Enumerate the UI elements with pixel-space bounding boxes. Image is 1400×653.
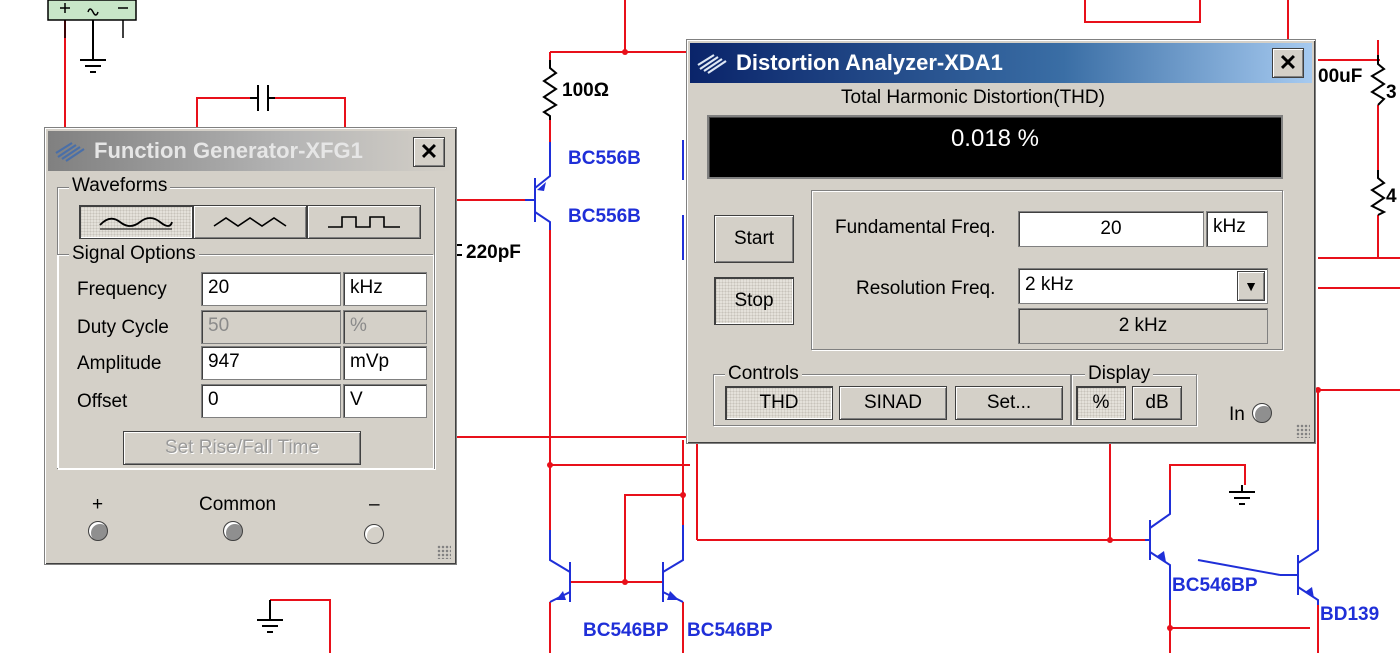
triangle-wave-button[interactable] <box>193 205 307 239</box>
resolution-freq-label: Resolution Freq. <box>856 278 996 299</box>
duty-cycle-input: 50 <box>201 310 341 344</box>
multisim-logo-icon <box>697 54 727 74</box>
distortion-analyzer-title: Distortion Analyzer-XDA1 <box>736 50 1003 75</box>
fundamental-freq-input[interactable]: 20 <box>1018 211 1204 247</box>
thd-display: 0.018 % <box>707 115 1283 179</box>
distortion-analyzer-titlebar[interactable]: Distortion Analyzer-XDA1 ✕ <box>690 43 1312 83</box>
offset-unit[interactable]: V <box>343 384 427 418</box>
capacitor-label-partial: 00uF <box>1318 66 1363 87</box>
square-wave-button[interactable] <box>307 205 421 239</box>
thd-heading: Total Harmonic Distortion(THD) <box>841 87 1105 108</box>
transistor-label-q1: BC556B <box>568 148 641 169</box>
frequency-unit[interactable]: kHz <box>343 272 427 306</box>
transistor-label-q4: BC546BP <box>687 620 773 641</box>
offset-input[interactable]: 0 <box>201 384 341 418</box>
resolution-freq-value: 2 kHz <box>1025 274 1074 295</box>
start-button[interactable]: Start <box>714 215 794 263</box>
transistor-label-q6: BD139 <box>1320 604 1380 625</box>
frequency-label: Frequency <box>77 279 167 300</box>
display-label: Display <box>1085 363 1154 385</box>
waveforms-label: Waveforms <box>69 175 171 197</box>
capacitor-label: 220pF <box>466 242 521 263</box>
db-button[interactable]: dB <box>1132 386 1182 420</box>
common-terminal-label: Common <box>199 494 277 515</box>
thd-value: 0.018 % <box>950 125 1040 152</box>
fundamental-freq-unit[interactable]: kHz <box>1206 211 1268 247</box>
resolution-freq-select[interactable]: 2 kHz ▼ <box>1018 268 1268 304</box>
set-rise-fall-time-button: Set Rise/Fall Time <box>123 431 361 465</box>
transistor-label-q5: BC546BP <box>1172 575 1258 596</box>
sine-wave-button[interactable] <box>79 205 193 239</box>
duty-cycle-unit: % <box>343 310 427 344</box>
percent-button[interactable]: % <box>1076 386 1126 420</box>
controls-label: Controls <box>725 363 802 385</box>
function-generator-titlebar[interactable]: Function Generator-XFG1 ✕ <box>48 131 453 171</box>
function-generator-title: Function Generator-XFG1 <box>94 138 363 163</box>
distortion-analyzer-window: Distortion Analyzer-XDA1 ✕ Total Harmoni… <box>686 39 1316 444</box>
sinad-button[interactable]: SINAD <box>839 386 947 420</box>
chevron-down-icon[interactable]: ▼ <box>1237 271 1265 301</box>
offset-label: Offset <box>77 391 128 412</box>
function-generator-window: Function Generator-XFG1 ✕ Waveforms Sign… <box>44 127 457 565</box>
resistor-label-partial-1: 3 <box>1386 82 1397 103</box>
transistor-label-q3: BC546BP <box>583 620 669 641</box>
duty-cycle-label: Duty Cycle <box>77 317 169 338</box>
input-terminal-label: In <box>1229 404 1245 425</box>
plus-terminal[interactable] <box>88 521 108 541</box>
plus-terminal-label: + <box>92 494 104 515</box>
thd-button[interactable]: THD <box>725 386 833 420</box>
resistor-label: 100Ω <box>562 80 609 101</box>
frequency-input[interactable]: 20 <box>201 272 341 306</box>
close-icon[interactable]: ✕ <box>1272 48 1304 78</box>
close-icon[interactable]: ✕ <box>413 137 445 167</box>
resize-grip-icon[interactable] <box>1296 424 1310 438</box>
amplitude-unit[interactable]: mVp <box>343 346 427 380</box>
minus-terminal-label: – <box>369 494 380 515</box>
resolution-freq-readout: 2 kHz <box>1018 308 1268 344</box>
fundamental-freq-label: Fundamental Freq. <box>835 217 996 238</box>
resistor-label-partial-2: 4 <box>1386 186 1397 207</box>
amplitude-input[interactable]: 947 <box>201 346 341 380</box>
minus-terminal[interactable] <box>364 524 384 544</box>
multisim-logo-icon <box>55 142 85 162</box>
input-terminal[interactable] <box>1252 403 1272 423</box>
triangle-wave-icon <box>213 217 287 227</box>
resize-grip-icon[interactable] <box>437 545 451 559</box>
stop-button[interactable]: Stop <box>714 277 794 325</box>
set-button[interactable]: Set... <box>955 386 1063 420</box>
amplitude-label: Amplitude <box>77 353 162 374</box>
common-terminal[interactable] <box>223 521 243 541</box>
square-wave-icon <box>328 216 400 228</box>
sine-wave-icon <box>99 217 173 230</box>
signal-options-label: Signal Options <box>69 243 199 265</box>
transistor-label-q2: BC556B <box>568 206 641 227</box>
